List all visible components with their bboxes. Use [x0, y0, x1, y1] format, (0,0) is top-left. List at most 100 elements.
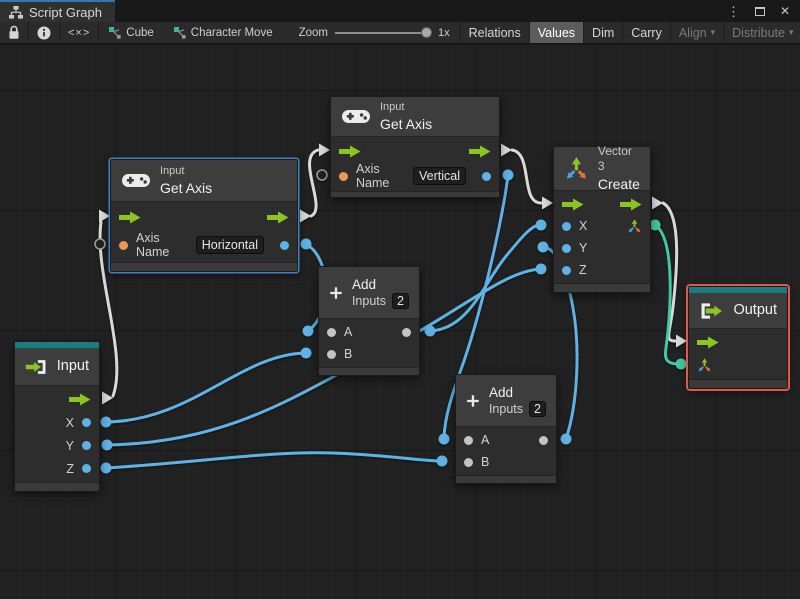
flow-port-triangle[interactable] — [501, 143, 512, 157]
node-get-axis-horizontal[interactable]: Input Get Axis Axis Name Horizontal — [110, 159, 298, 272]
value-port-dot[interactable] — [535, 263, 547, 275]
node-output-event[interactable]: Output — [688, 286, 788, 389]
flow-port-triangle[interactable] — [102, 391, 113, 405]
code-view-button[interactable]: <×> — [60, 22, 100, 43]
breadcrumb-label: Character Move — [190, 26, 273, 39]
input-port-b[interactable] — [327, 349, 336, 359]
node-add-1[interactable]: Add Inputs 2 A B — [318, 266, 420, 376]
sum-port[interactable] — [539, 435, 548, 445]
value-port-dot[interactable] — [560, 433, 572, 445]
vector-port-dot[interactable] — [649, 219, 661, 231]
output-port-z[interactable] — [82, 464, 91, 473]
flow-port-triangle[interactable] — [676, 334, 687, 348]
output-port-x[interactable] — [82, 418, 91, 427]
port-label: B — [481, 455, 490, 469]
flow-out-arrow-icon[interactable] — [469, 145, 491, 158]
lock-button[interactable] — [0, 22, 29, 43]
more-menu-icon[interactable]: ⋮ — [727, 5, 740, 18]
toggle-values[interactable]: Values — [528, 22, 584, 43]
inputs-count-field[interactable]: 2 — [392, 293, 409, 310]
info-button[interactable] — [29, 22, 60, 43]
flow-in-arrow-icon[interactable] — [119, 211, 141, 224]
tab-script-graph[interactable]: Script Graph — [0, 0, 115, 22]
axis-name-port[interactable] — [339, 171, 348, 181]
node-footer — [15, 482, 99, 491]
node-input-event[interactable]: Input X Y Z — [14, 341, 100, 492]
port-label: A — [344, 325, 353, 339]
toggle-carry[interactable]: Carry — [622, 22, 670, 43]
toggle-dim[interactable]: Dim — [583, 22, 622, 43]
vector3-input-port-icon[interactable] — [697, 358, 712, 373]
chevron-down-icon: ▾ — [710, 27, 716, 37]
flow-port-triangle[interactable] — [319, 143, 330, 157]
node-title: Output — [733, 302, 777, 319]
flow-out-arrow-icon[interactable] — [69, 393, 91, 406]
result-port[interactable] — [482, 171, 491, 181]
distribute-dropdown[interactable]: Distribute ▾ — [723, 22, 800, 43]
vector-port-dot[interactable] — [675, 358, 687, 370]
node-category: Input — [380, 101, 405, 114]
value-port-dot[interactable] — [424, 325, 436, 337]
maximize-icon[interactable] — [754, 6, 765, 16]
axis-name-field[interactable]: Horizontal — [195, 236, 264, 254]
flow-port-triangle[interactable] — [652, 196, 663, 210]
wire-input-x-to-add1-b[interactable] — [104, 351, 308, 424]
zoom-slider-handle[interactable] — [421, 27, 432, 38]
wire-input-z-to-add2-b[interactable] — [104, 451, 443, 470]
value-port-dot[interactable] — [100, 416, 112, 428]
flow-out-arrow-icon[interactable] — [267, 211, 289, 224]
axis-name-field[interactable]: Vertical — [413, 167, 466, 185]
result-port[interactable] — [280, 240, 289, 250]
flow-out-arrow-icon[interactable] — [620, 198, 642, 211]
value-port-dot[interactable] — [101, 439, 113, 451]
value-port-dot[interactable] — [300, 238, 312, 250]
flow-port-triangle[interactable] — [99, 209, 110, 223]
align-dropdown[interactable]: Align ▾ — [669, 22, 723, 43]
value-port-dot[interactable] — [300, 347, 312, 359]
input-port-z[interactable] — [562, 265, 571, 275]
value-port-dot[interactable] — [100, 462, 112, 474]
window-controls: ⋮ ✕ — [727, 0, 800, 22]
input-port-a[interactable] — [464, 435, 473, 445]
toggle-relations[interactable]: Relations — [459, 22, 529, 43]
breadcrumb-cube[interactable]: Cube — [99, 22, 164, 43]
input-port-b[interactable] — [464, 457, 473, 467]
node-get-axis-vertical[interactable]: Input Get Axis Axis Name Vertical — [330, 96, 500, 198]
node-footer — [554, 283, 650, 292]
value-port-dot[interactable] — [302, 325, 314, 337]
close-icon[interactable]: ✕ — [780, 5, 790, 17]
port-label: Y — [579, 241, 588, 255]
value-port-dot[interactable] — [438, 433, 450, 445]
breadcrumb-character-move[interactable]: Character Move — [164, 22, 283, 43]
plus-icon — [466, 389, 480, 413]
unconnected-port-circle[interactable] — [316, 169, 328, 181]
code-icon: <×> — [68, 26, 91, 39]
wire-flow-getaxis-horizontal-to-vertical[interactable] — [308, 148, 320, 218]
node-add-2[interactable]: Add Inputs 2 A B — [455, 374, 557, 484]
axis-name-port[interactable] — [119, 240, 128, 250]
lock-icon — [8, 25, 20, 40]
tab-title: Script Graph — [29, 4, 102, 20]
input-port-y[interactable] — [562, 243, 571, 253]
zoom-slider[interactable] — [335, 27, 432, 38]
flow-port-triangle[interactable] — [300, 209, 311, 223]
output-port-y[interactable] — [82, 441, 91, 450]
node-vector3-create[interactable]: Vector 3 Create X Y Z — [553, 144, 651, 293]
value-port-dot[interactable] — [537, 241, 549, 253]
input-port-a[interactable] — [327, 327, 336, 337]
flow-in-arrow-icon[interactable] — [697, 336, 719, 349]
flow-in-arrow-icon[interactable] — [339, 145, 361, 158]
value-port-dot[interactable] — [502, 169, 514, 181]
input-port-x[interactable] — [562, 221, 571, 231]
inputs-count-field[interactable]: 2 — [529, 401, 546, 418]
flow-in-arrow-icon[interactable] — [562, 198, 584, 211]
value-port-dot[interactable] — [436, 455, 448, 467]
value-port-dot[interactable] — [535, 219, 547, 231]
sum-port[interactable] — [402, 327, 411, 337]
graph-canvas[interactable]: Input Get Axis Axis Name Vertical Input … — [0, 45, 800, 599]
input-event-icon — [25, 358, 48, 376]
vector3-output-port-icon[interactable] — [627, 219, 642, 234]
flow-port-triangle[interactable] — [542, 196, 553, 210]
unconnected-port-circle[interactable] — [94, 238, 106, 250]
wire-flow-getaxis-vertical-to-vector3[interactable] — [510, 148, 543, 205]
